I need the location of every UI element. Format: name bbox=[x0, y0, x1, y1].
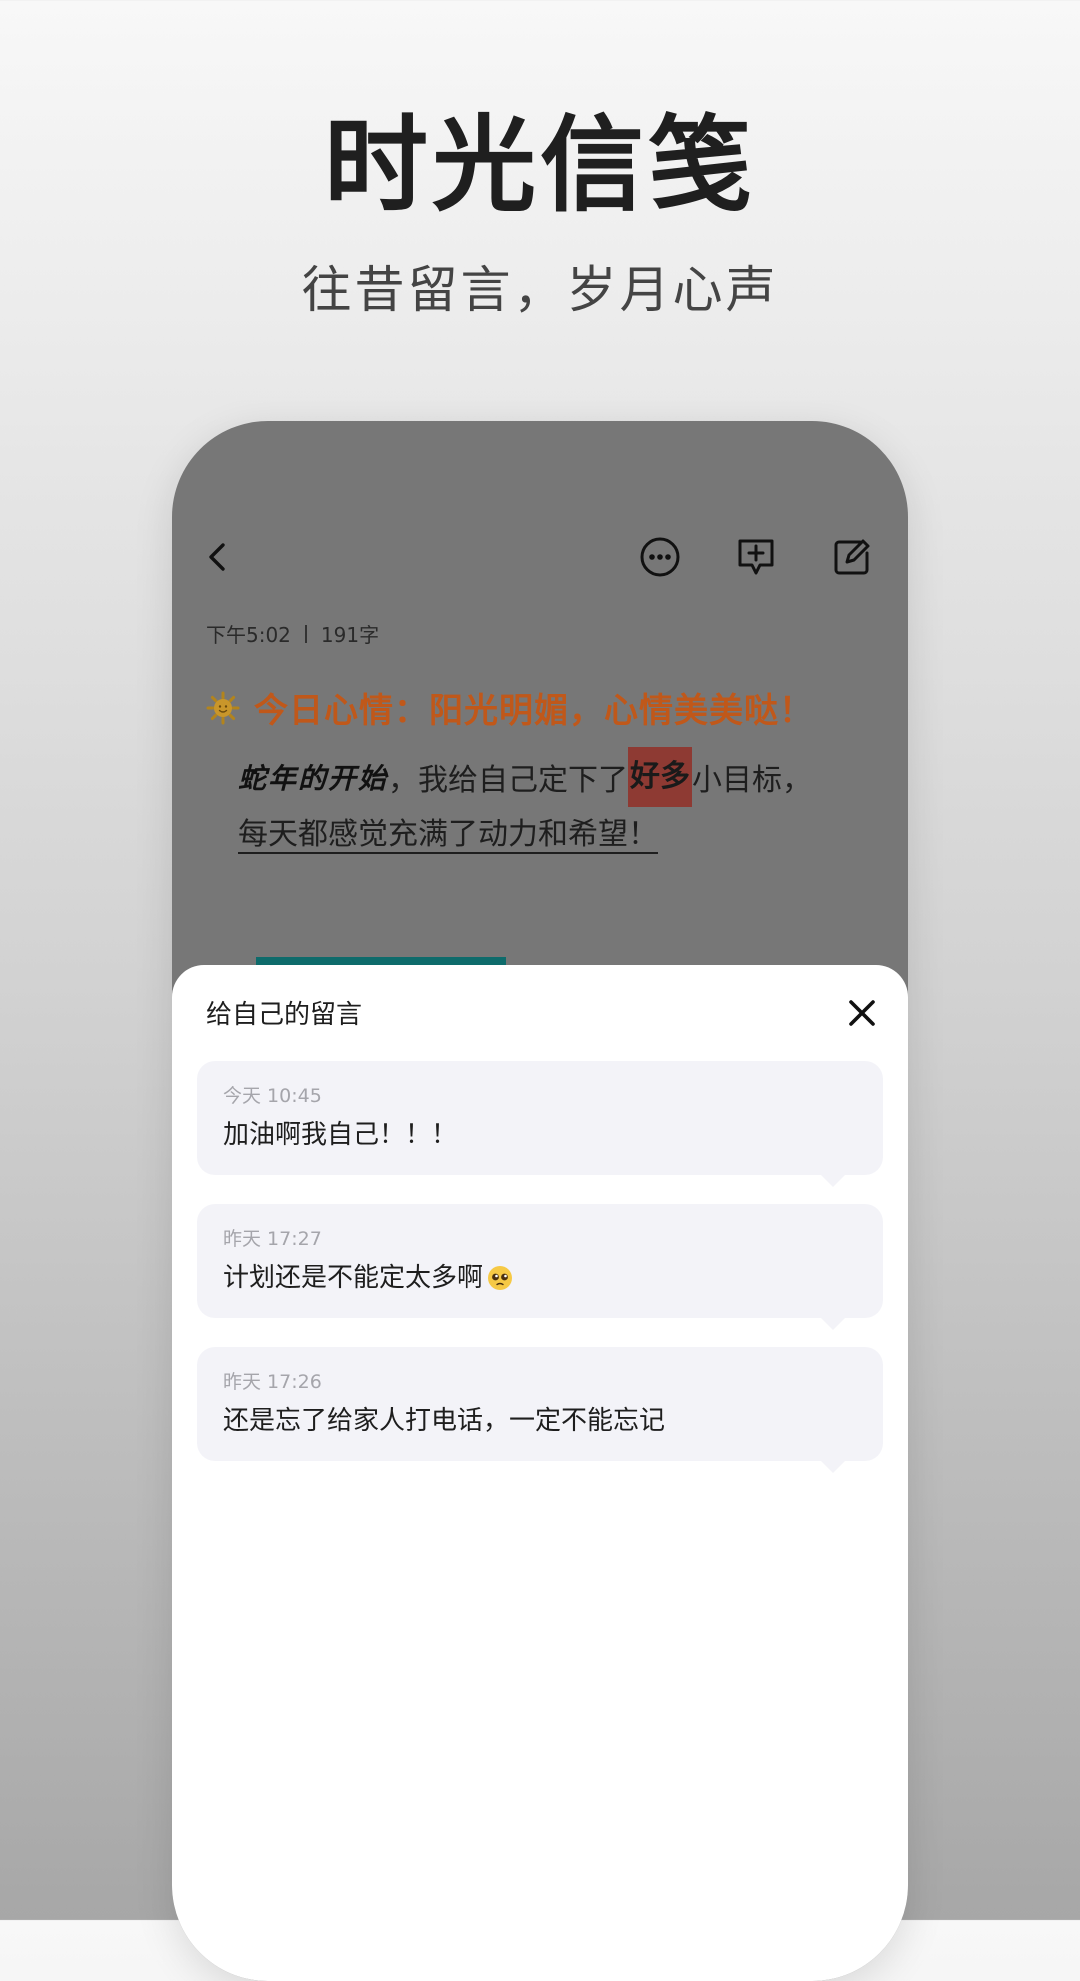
back-button[interactable] bbox=[190, 529, 246, 585]
more-circle-icon bbox=[640, 537, 680, 577]
note-time: 下午5:02 bbox=[206, 623, 291, 647]
message-text-row: 计划还是不能定太多啊 bbox=[223, 1260, 857, 1296]
promo-title: 时光信笺 bbox=[323, 103, 756, 226]
body-text: ，我给自己定下了 bbox=[388, 763, 629, 798]
message-card[interactable]: 昨天 17:27 计划还是不能定太多啊 bbox=[197, 1204, 883, 1330]
note-view: 下午5:02 191字 今日心情：阳光明媚，心情美美哒！ 蛇年的开始 ，我给自己… bbox=[172, 421, 908, 1021]
message-sheet: 给自己的留言 今天 10:45 加油啊我自己！！！ 昨天 17:27 计划还是不… bbox=[172, 965, 908, 1981]
close-button[interactable] bbox=[838, 989, 886, 1037]
body-text: 小目标， bbox=[692, 763, 813, 798]
edit-icon bbox=[834, 539, 870, 575]
mood-line: 今日心情：阳光明媚，心情美美哒！ bbox=[206, 683, 814, 732]
close-icon bbox=[849, 1000, 875, 1026]
note-meta: 下午5:02 191字 bbox=[206, 619, 379, 648]
message-list: 今天 10:45 加油啊我自己！！！ 昨天 17:27 计划还是不能定太多啊 昨… bbox=[197, 1061, 883, 1490]
sun-emoji-icon bbox=[206, 691, 240, 724]
highlighted-text: 好多 bbox=[628, 747, 693, 807]
message-card[interactable]: 昨天 17:26 还是忘了给家人打电话，一定不能忘记 bbox=[197, 1347, 883, 1473]
note-toolbar bbox=[172, 529, 908, 585]
meta-divider bbox=[304, 624, 307, 643]
more-button[interactable] bbox=[632, 529, 688, 585]
message-time: 今天 10:45 bbox=[223, 1085, 322, 1107]
message-text: 还是忘了给家人打电话，一定不能忘记 bbox=[223, 1406, 666, 1436]
italic-bold-text: 蛇年的开始 bbox=[238, 762, 389, 795]
message-text: 计划还是不能定太多啊 bbox=[223, 1263, 484, 1293]
add-comment-icon bbox=[738, 539, 774, 575]
note-body-line-2: 每天都感觉充满了动力和希望！ bbox=[238, 817, 658, 852]
message-text: 加油啊我自己！！！ bbox=[223, 1120, 458, 1150]
pleading-face-emoji-icon bbox=[488, 1266, 513, 1290]
word-count: 191字 bbox=[320, 623, 380, 647]
note-body-line-1: 蛇年的开始 ，我给自己定下了 好多 小目标， bbox=[238, 747, 812, 807]
phone-mockup: 下午5:02 191字 今日心情：阳光明媚，心情美美哒！ 蛇年的开始 ，我给自己… bbox=[172, 421, 908, 1981]
message-card[interactable]: 今天 10:45 加油啊我自己！！！ bbox=[197, 1061, 883, 1187]
back-chevron-icon bbox=[209, 543, 225, 571]
edit-button[interactable] bbox=[824, 529, 880, 585]
promo-subtitle: 往昔留言，岁月心声 bbox=[301, 261, 779, 319]
message-time: 昨天 17:26 bbox=[223, 1371, 322, 1393]
message-time: 昨天 17:27 bbox=[223, 1228, 322, 1250]
add-comment-button[interactable] bbox=[728, 529, 784, 585]
mood-text: 今日心情：阳光明媚，心情美美哒！ bbox=[254, 691, 814, 731]
sheet-title: 给自己的留言 bbox=[206, 1000, 363, 1030]
